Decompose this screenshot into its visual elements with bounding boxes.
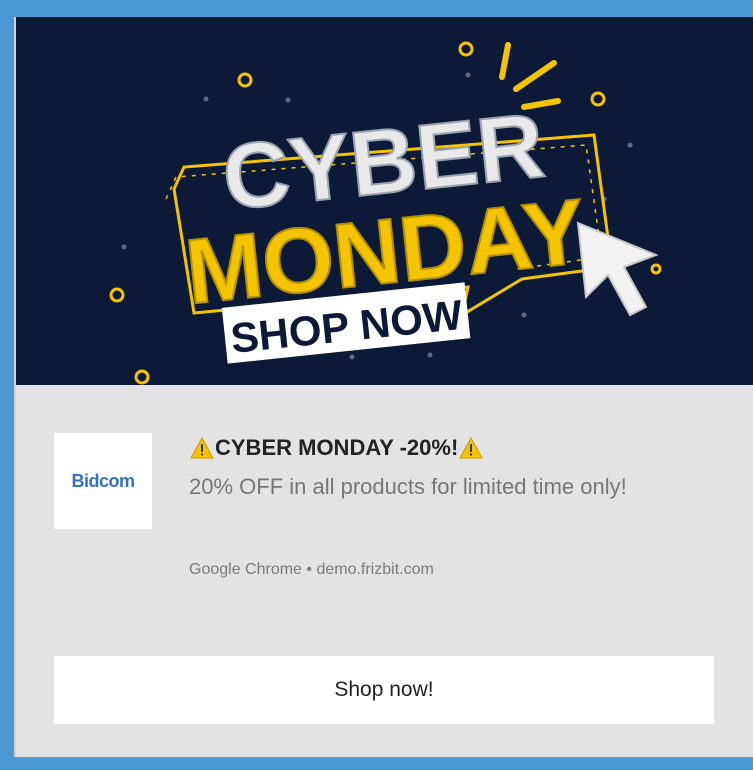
notification-body[interactable]: Bidcom CYBER MONDAY -20%! 20% OFF in all… xyxy=(16,385,753,757)
notification-title: CYBER MONDAY -20%! xyxy=(215,435,459,460)
site-logo: Bidcom xyxy=(54,433,152,529)
shop-now-button[interactable]: Shop now! xyxy=(54,656,714,724)
warning-icon xyxy=(190,437,214,459)
logo-label: Bidcom xyxy=(71,470,135,491)
promo-banner-image[interactable]: CYBER MONDAY SHOP NOW xyxy=(16,17,753,385)
warning-icon xyxy=(459,437,484,459)
cyber-monday-artwork: CYBER MONDAY SHOP NOW xyxy=(109,41,662,385)
notification-source: Google Chrome • demo.frizbit.com xyxy=(189,561,434,578)
notification-title-row: CYBER MONDAY -20%! xyxy=(189,435,484,461)
notification-message: 20% OFF in all products for limited time… xyxy=(189,474,627,499)
notification-card: CYBER MONDAY SHOP NOW Bidcom CYBER MONDA… xyxy=(14,17,753,757)
cursor-arrow-icon xyxy=(576,221,659,317)
